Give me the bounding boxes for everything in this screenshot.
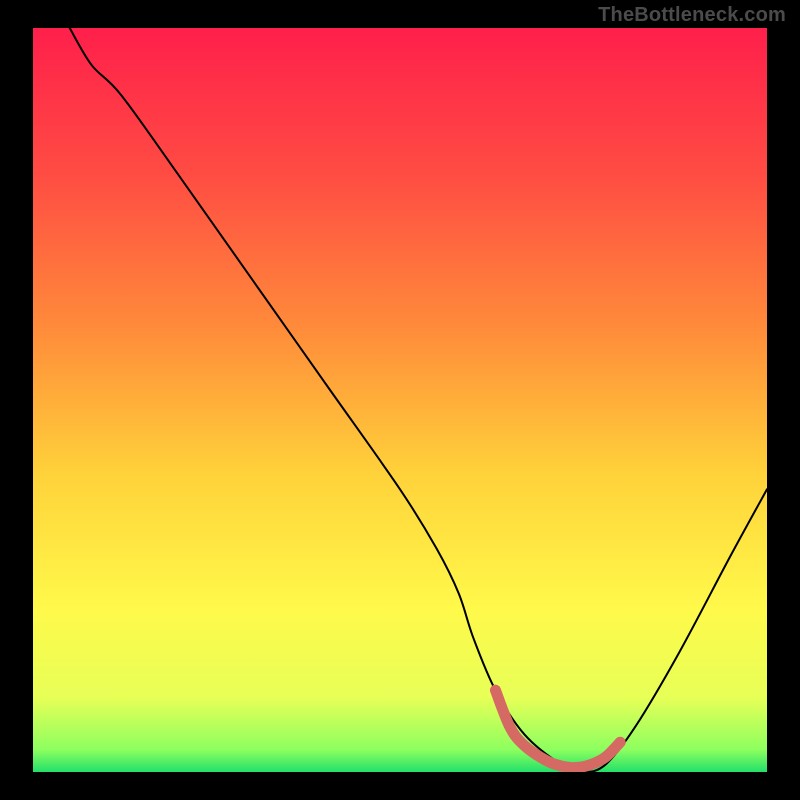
- watermark-text: TheBottleneck.com: [598, 4, 786, 27]
- bottleneck-chart: [0, 0, 800, 800]
- chart-container: TheBottleneck.com: [0, 0, 800, 800]
- plot-background: [33, 28, 767, 772]
